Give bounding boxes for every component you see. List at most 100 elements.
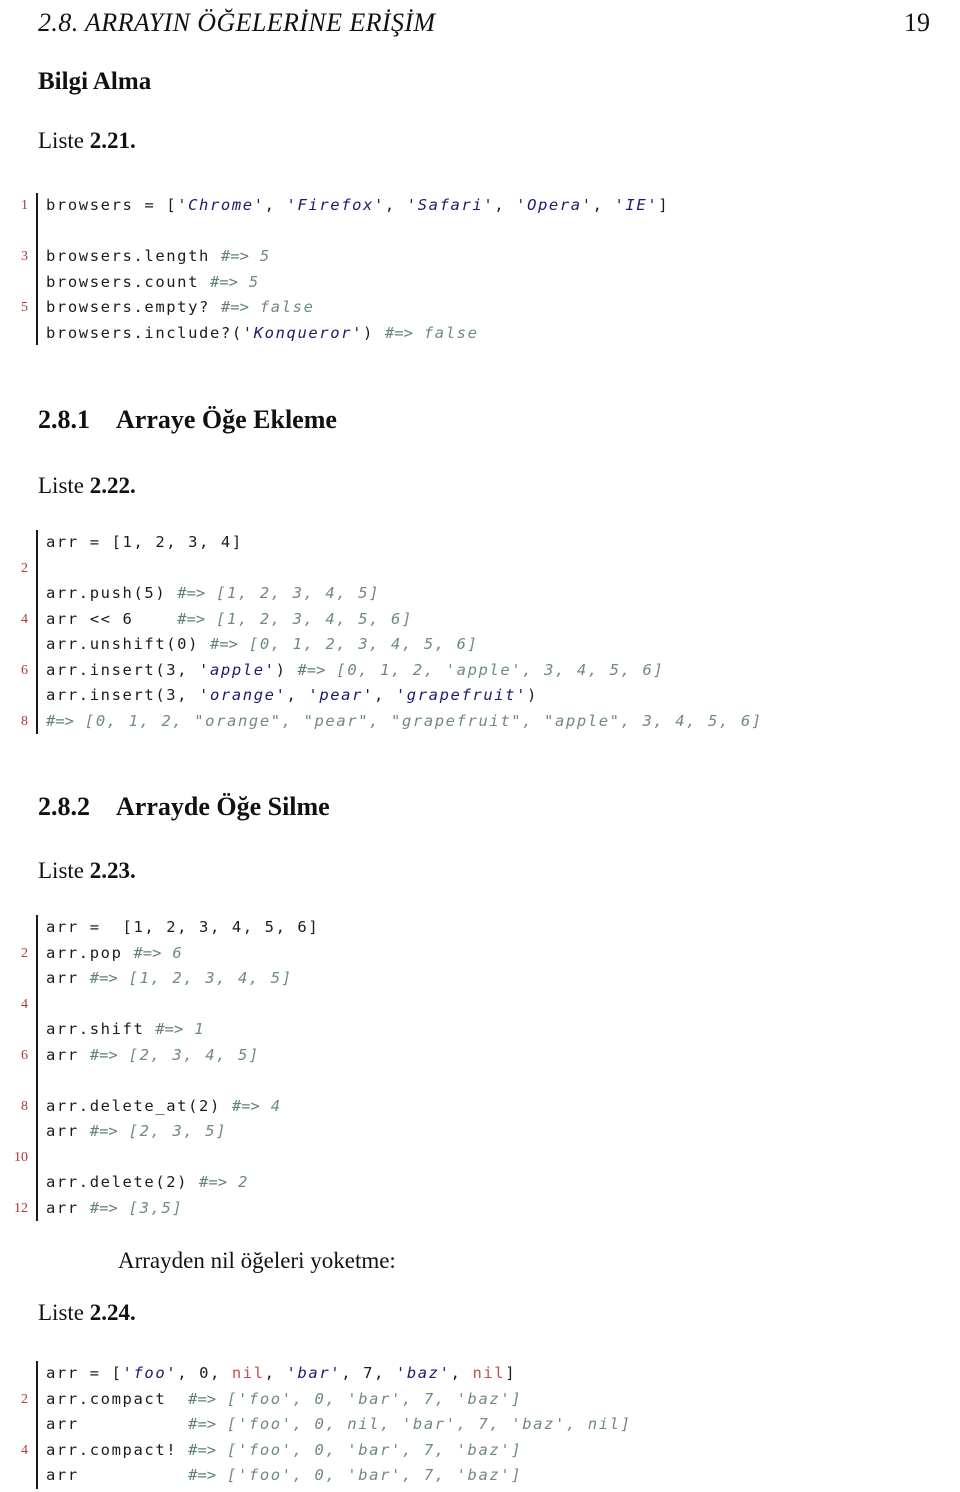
paragraph-nil-removal: Arrayden nil öğeleri yoketme:: [118, 1248, 396, 1273]
code-token-plain: arr.unshift(0): [46, 635, 210, 653]
code-token-arrow: #=>: [188, 1415, 217, 1433]
code-token-cmt: [2, 3, 4, 5]: [117, 1045, 260, 1064]
listing-label-word: Liste: [38, 128, 90, 153]
code-line: arr.insert(3, 'orange', 'pear', 'grapefr…: [0, 683, 960, 709]
listing-label-2-21: Liste 2.21.: [38, 128, 136, 154]
code-token-cmt: [2, 3, 5]: [117, 1122, 228, 1140]
subsection-number: 2.8.1: [38, 405, 90, 434]
code-line-number: 4: [21, 1442, 28, 1458]
code-token-cmt: [0, 1, 2, 3, 4, 5, 6]: [237, 635, 479, 653]
subsection-title: Arrayde Öğe Silme: [116, 792, 330, 821]
code-line-number: 1: [21, 198, 28, 213]
code-line: arr = ['foo', 0, nil, 'bar', 7, 'baz', n…: [0, 1361, 960, 1387]
code-token-cmt: 2: [227, 1173, 249, 1191]
code-line: 3 browsers.length #=> 5: [0, 244, 960, 270]
code-token-plain: ,: [264, 1364, 287, 1382]
code-token-plain: arr: [46, 1415, 189, 1433]
code-token-arrow: #=>: [188, 1440, 217, 1459]
code-listing-2-24: arr = ['foo', 0, nil, 'bar', 7, 'baz', n…: [0, 1361, 960, 1489]
document-page: 2.8. ARRAYIN ÖĞELERİNE ERİŞİM 19 Bilgi A…: [0, 0, 960, 1492]
code-token-cmt: [1, 2, 3, 4, 5, 6]: [205, 609, 413, 628]
code-line: 4 arr.compact! #=> ['foo', 0, 'bar', 7, '…: [0, 1438, 960, 1464]
code-token-plain: arr: [46, 1466, 189, 1484]
code-token-plain: browsers.include?(: [46, 323, 243, 342]
code-line-number: 2: [21, 560, 28, 576]
code-listing-2-22: arr = [1, 2, 3, 4] 2 arr.push(5) #=> [1, 2…: [0, 530, 960, 734]
code-line-number: 8: [21, 1098, 28, 1114]
code-token-plain: ): [363, 323, 385, 342]
code-line-number: 6: [21, 662, 28, 678]
code-line-number: 12: [14, 1200, 28, 1216]
code-token-str: 'Opera': [516, 196, 593, 214]
code-token-arrow: #=>: [89, 1122, 118, 1140]
code-token-kw: nil: [231, 1364, 265, 1382]
code-token-plain: ): [275, 660, 298, 679]
code-token-arrow: #=>: [155, 1020, 184, 1038]
listing-label-number: 2.22.: [89, 473, 136, 498]
code-token-str: 'baz': [395, 1364, 451, 1382]
code-token-plain: arr.compact!: [46, 1440, 189, 1459]
code-token-str: 'orange': [199, 686, 287, 704]
code-line: browsers.include?('Konqueror') #=> false: [0, 321, 960, 347]
code-line: arr.delete(2) #=> 2: [0, 1170, 960, 1196]
code-token-plain: arr.delete_at(2): [46, 1096, 232, 1115]
listing-label-2-22: Liste 2.22.: [38, 473, 136, 499]
code-line: 12 arr #=> [3,5]: [0, 1196, 960, 1222]
code-token-cmt: 5: [248, 247, 271, 265]
listing-label-word: Liste: [38, 858, 90, 883]
code-token-str: 'Firefox': [286, 196, 385, 214]
code-line: arr = [1, 2, 3, 4]: [0, 530, 960, 556]
code-token-str: 'grapefruit': [395, 686, 528, 704]
code-token-plain: ,: [592, 196, 615, 214]
code-token-plain: ,: [450, 1364, 473, 1382]
code-token-plain: browsers.count: [46, 272, 210, 291]
code-token-cmt: ['foo', 0, nil, 'bar', 7, 'baz', nil]: [216, 1415, 632, 1433]
code-token-plain: ]: [505, 1364, 517, 1382]
code-listing-2-23: arr = [1, 2, 3, 4, 5, 6] 2 arr.pop #=> 6 ar…: [0, 915, 960, 1221]
code-token-arrow: #=>: [231, 1096, 260, 1115]
code-token-arrow: #=>: [89, 1198, 118, 1217]
code-token-arrow: #=>: [209, 272, 238, 291]
subsection-title: Arraye Öğe Ekleme: [116, 405, 337, 434]
code-token-arrow: #=>: [199, 1173, 228, 1191]
code-token-cmt: 1: [183, 1020, 206, 1038]
code-line: arr.shift #=> 1: [0, 1017, 960, 1043]
code-token-cmt: false: [248, 298, 315, 316]
code-token-plain: ,: [384, 196, 407, 214]
code-token-str: 'IE': [614, 196, 659, 214]
code-token-arrow: #=>: [177, 584, 206, 602]
code-token-plain: arr = [1, 2, 3, 4]: [46, 533, 243, 551]
code-listing-2-21: 1 browsers = ['Chrome', 'Firefox', 'Safar…: [0, 193, 960, 345]
subsection-heading-2-8-2: 2.8.2 Arrayde Öğe Silme: [38, 792, 330, 822]
code-line: 5 browsers.empty? #=> false: [0, 295, 960, 321]
code-token-plain: browsers.empty?: [46, 298, 221, 316]
code-token-plain: arr.compact: [46, 1389, 189, 1408]
subsection-heading-2-8-1: 2.8.1 Arraye Öğe Ekleme: [38, 405, 337, 435]
code-line: arr.push(5) #=> [1, 2, 3, 4, 5]: [0, 581, 960, 607]
code-token-arrow: #=>: [89, 969, 118, 987]
code-token-arrow: #=>: [46, 711, 74, 730]
code-token-plain: arr << 6: [46, 609, 178, 628]
code-token-str: 'Konqueror': [242, 323, 364, 342]
code-token-str: 'pear': [308, 686, 374, 704]
listing-label-number: 2.21.: [89, 128, 136, 153]
code-token-plain: ,: [373, 686, 396, 704]
code-line: arr #=> ['foo', 0, nil, 'bar', 7, 'baz',…: [0, 1412, 960, 1438]
code-token-cmt: [3,5]: [117, 1198, 184, 1217]
code-token-plain: ,: [264, 196, 287, 214]
code-token-str: 'apple': [199, 660, 276, 679]
code-token-arrow: #=>: [220, 247, 249, 265]
code-token-str: 'bar': [286, 1364, 342, 1382]
code-token-cmt: [1, 2, 3, 4, 5]: [117, 969, 293, 987]
code-token-arrow: #=>: [89, 1045, 118, 1064]
code-token-plain: arr: [46, 1045, 90, 1064]
code-token-cmt: ['foo', 0, 'bar', 7, 'baz']: [216, 1466, 523, 1484]
code-line: 4 arr << 6 #=> [1, 2, 3, 4, 5, 6]: [0, 607, 960, 633]
code-token-plain: ]: [658, 196, 670, 214]
subsection-number: 2.8.2: [38, 792, 90, 821]
code-token-plain: , 0,: [177, 1364, 232, 1382]
listing-label-word: Liste: [38, 473, 90, 498]
code-token-cmt: ['foo', 0, 'bar', 7, 'baz']: [216, 1440, 523, 1459]
code-token-arrow: #=>: [209, 635, 238, 653]
